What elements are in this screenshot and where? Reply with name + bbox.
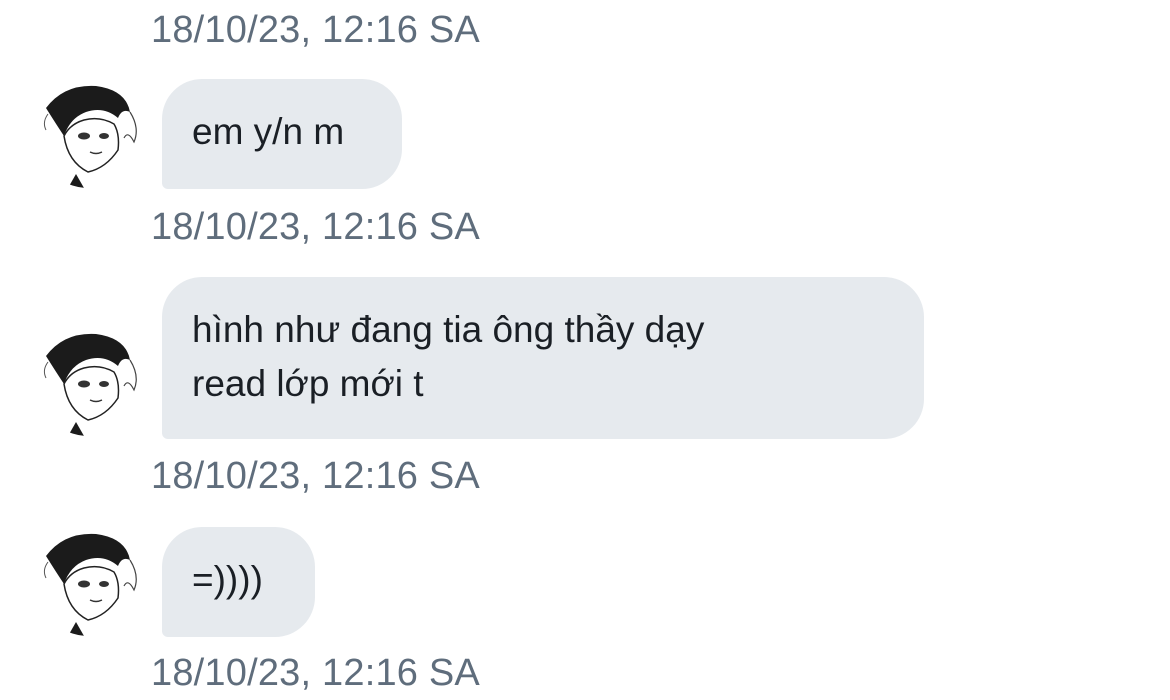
sender-avatar[interactable] [34, 526, 144, 636]
manga-character-avatar-icon [34, 526, 144, 636]
message-timestamp: 18/10/23, 12:16 SA [151, 652, 480, 694]
manga-character-avatar-icon [34, 78, 144, 188]
sender-avatar[interactable] [34, 326, 144, 436]
sender-avatar[interactable] [34, 78, 144, 188]
message-thread: 18/10/23, 12:16 SA em y/n m 18/10/23, 12… [0, 0, 1170, 700]
message-bubble[interactable]: hình như đang tia ông thầy dạy read lớp … [162, 277, 924, 439]
manga-character-avatar-icon [34, 326, 144, 436]
message-bubble[interactable]: em y/n m [162, 79, 402, 189]
message-timestamp: 18/10/23, 12:16 SA [151, 206, 480, 248]
message-timestamp: 18/10/23, 12:16 SA [151, 9, 480, 51]
message-bubble[interactable]: =)))) [162, 527, 315, 637]
message-timestamp: 18/10/23, 12:16 SA [151, 455, 480, 497]
